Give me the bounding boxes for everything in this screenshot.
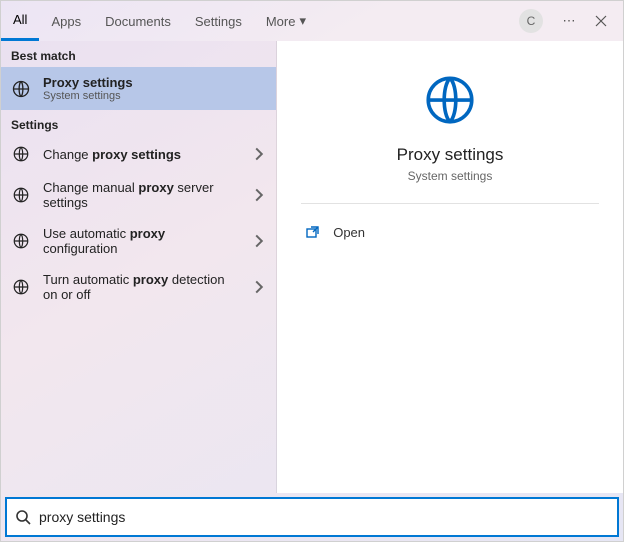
globe-icon	[11, 231, 31, 251]
results-pane: Best match Proxy settings System setting…	[1, 41, 277, 493]
globe-icon	[11, 277, 31, 297]
chevron-right-icon	[252, 280, 266, 294]
open-icon	[305, 224, 321, 240]
tab-documents[interactable]: Documents	[93, 1, 183, 41]
globe-icon	[11, 144, 31, 164]
settings-item-label: Use automatic proxy configuration	[43, 226, 240, 256]
tab-settings[interactable]: Settings	[183, 1, 254, 41]
globe-icon	[11, 79, 31, 99]
divider	[301, 203, 599, 204]
tab-more[interactable]: More ▾	[254, 1, 318, 41]
detail-pane: Proxy settings System settings Open	[277, 41, 623, 493]
settings-item-0[interactable]: Change proxy settings	[1, 136, 276, 172]
settings-item-label: Change manual proxy server settings	[43, 180, 240, 210]
close-icon	[595, 15, 607, 27]
best-match-item[interactable]: Proxy settings System settings	[1, 67, 276, 110]
top-bar: All Apps Documents Settings More ▾ C ⋯	[1, 1, 623, 41]
detail-subtitle: System settings	[408, 169, 493, 183]
filter-tabs: All Apps Documents Settings More ▾	[1, 1, 318, 41]
more-options-button[interactable]: ⋯	[553, 5, 585, 37]
settings-item-label: Turn automatic proxy detection on or off	[43, 272, 240, 302]
open-action[interactable]: Open	[301, 218, 599, 246]
tab-more-label: More	[266, 14, 296, 29]
chevron-right-icon	[252, 147, 266, 161]
settings-header: Settings	[1, 110, 276, 136]
ellipsis-icon: ⋯	[563, 13, 576, 29]
chevron-right-icon	[252, 188, 266, 202]
detail-title: Proxy settings	[397, 145, 504, 165]
best-match-title: Proxy settings	[43, 75, 266, 90]
settings-item-2[interactable]: Use automatic proxy configuration	[1, 218, 276, 264]
best-match-subtitle: System settings	[43, 90, 266, 102]
best-match-header: Best match	[1, 41, 276, 67]
settings-item-1[interactable]: Change manual proxy server settings	[1, 172, 276, 218]
main-area: Best match Proxy settings System setting…	[1, 41, 623, 493]
tab-apps[interactable]: Apps	[39, 1, 93, 41]
open-label: Open	[333, 225, 365, 240]
user-avatar[interactable]: C	[519, 9, 543, 33]
tab-all[interactable]: All	[1, 1, 39, 41]
chevron-right-icon	[252, 234, 266, 248]
settings-item-3[interactable]: Turn automatic proxy detection on or off	[1, 264, 276, 310]
settings-item-label: Change proxy settings	[43, 147, 240, 162]
search-icon	[15, 509, 31, 525]
globe-icon	[11, 185, 31, 205]
search-bar[interactable]	[5, 497, 619, 537]
search-input[interactable]	[39, 509, 609, 525]
globe-icon	[421, 71, 479, 129]
close-button[interactable]	[585, 5, 617, 37]
dropdown-icon: ▾	[299, 13, 306, 29]
